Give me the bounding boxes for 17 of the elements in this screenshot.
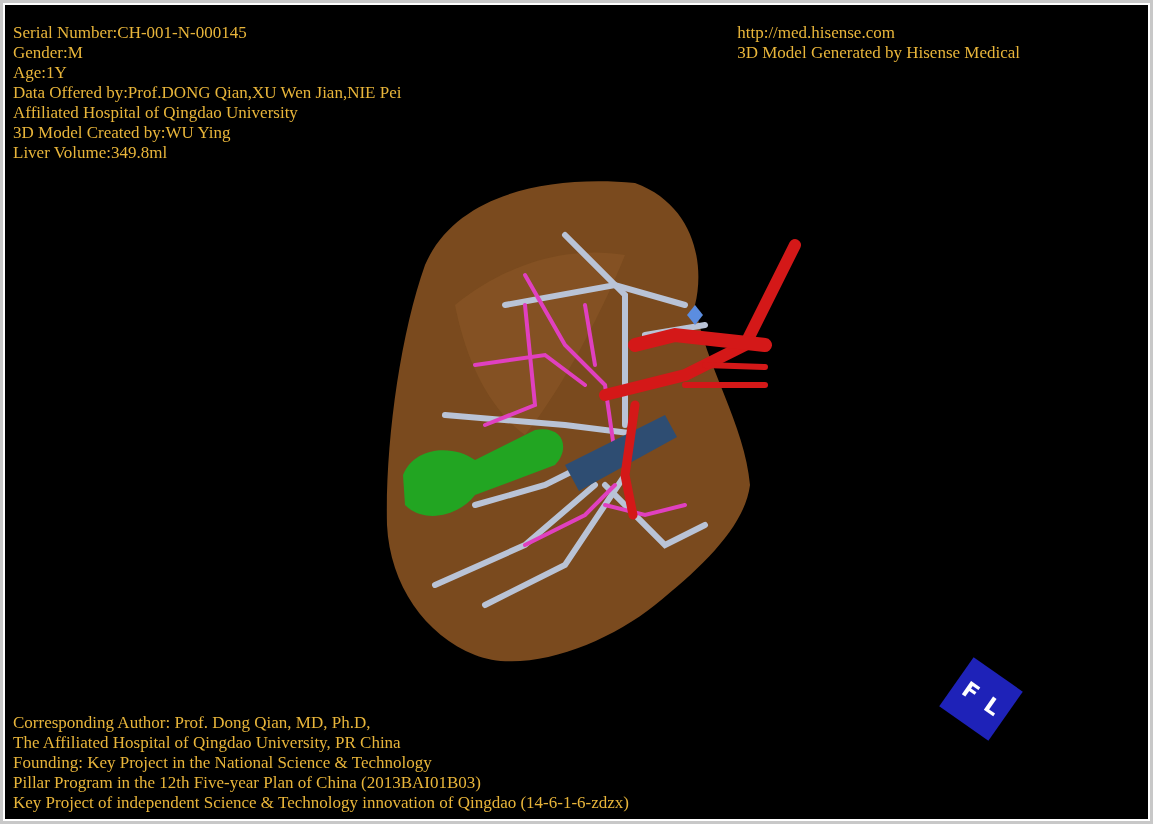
credit-text: Founding: Key Project in the National Science & Technology xyxy=(13,753,432,773)
cube-face-label: L xyxy=(980,693,1005,720)
info-text: Serial Number:CH-001-N-000145 xyxy=(13,23,247,43)
info-text: Gender:M xyxy=(13,43,83,63)
info-text: Liver Volume:349.8ml xyxy=(13,143,168,163)
credit-text: Corresponding Author: Prof. Dong Qian, MD, Ph.D, xyxy=(13,713,371,733)
info-text: 3D Model Generated by Hisense Medical xyxy=(737,43,1020,63)
orientation-cube[interactable]: F L xyxy=(939,657,1023,741)
info-text: 3D Model Created by:WU Ying xyxy=(13,123,231,143)
info-text: Data Offered by:Prof.DONG Qian,XU Wen Jian,NIE Pei xyxy=(13,83,402,103)
cube-face-label: F xyxy=(957,678,983,705)
credit-text: Key Project of independent Science & Technology innovation of Qingdao (14-6-1-6-zdzx) xyxy=(13,793,629,813)
info-text: http://med.hisense.com xyxy=(737,23,895,43)
info-text: Age:1Y xyxy=(13,63,67,83)
credit-text: The Affiliated Hospital of Qingdao University, PR China xyxy=(13,733,401,753)
info-text: Affiliated Hospital of Qingdao University xyxy=(13,103,298,123)
credit-text: Pillar Program in the 12th Five-year Plan of China (2013BAI01B03) xyxy=(13,773,481,793)
